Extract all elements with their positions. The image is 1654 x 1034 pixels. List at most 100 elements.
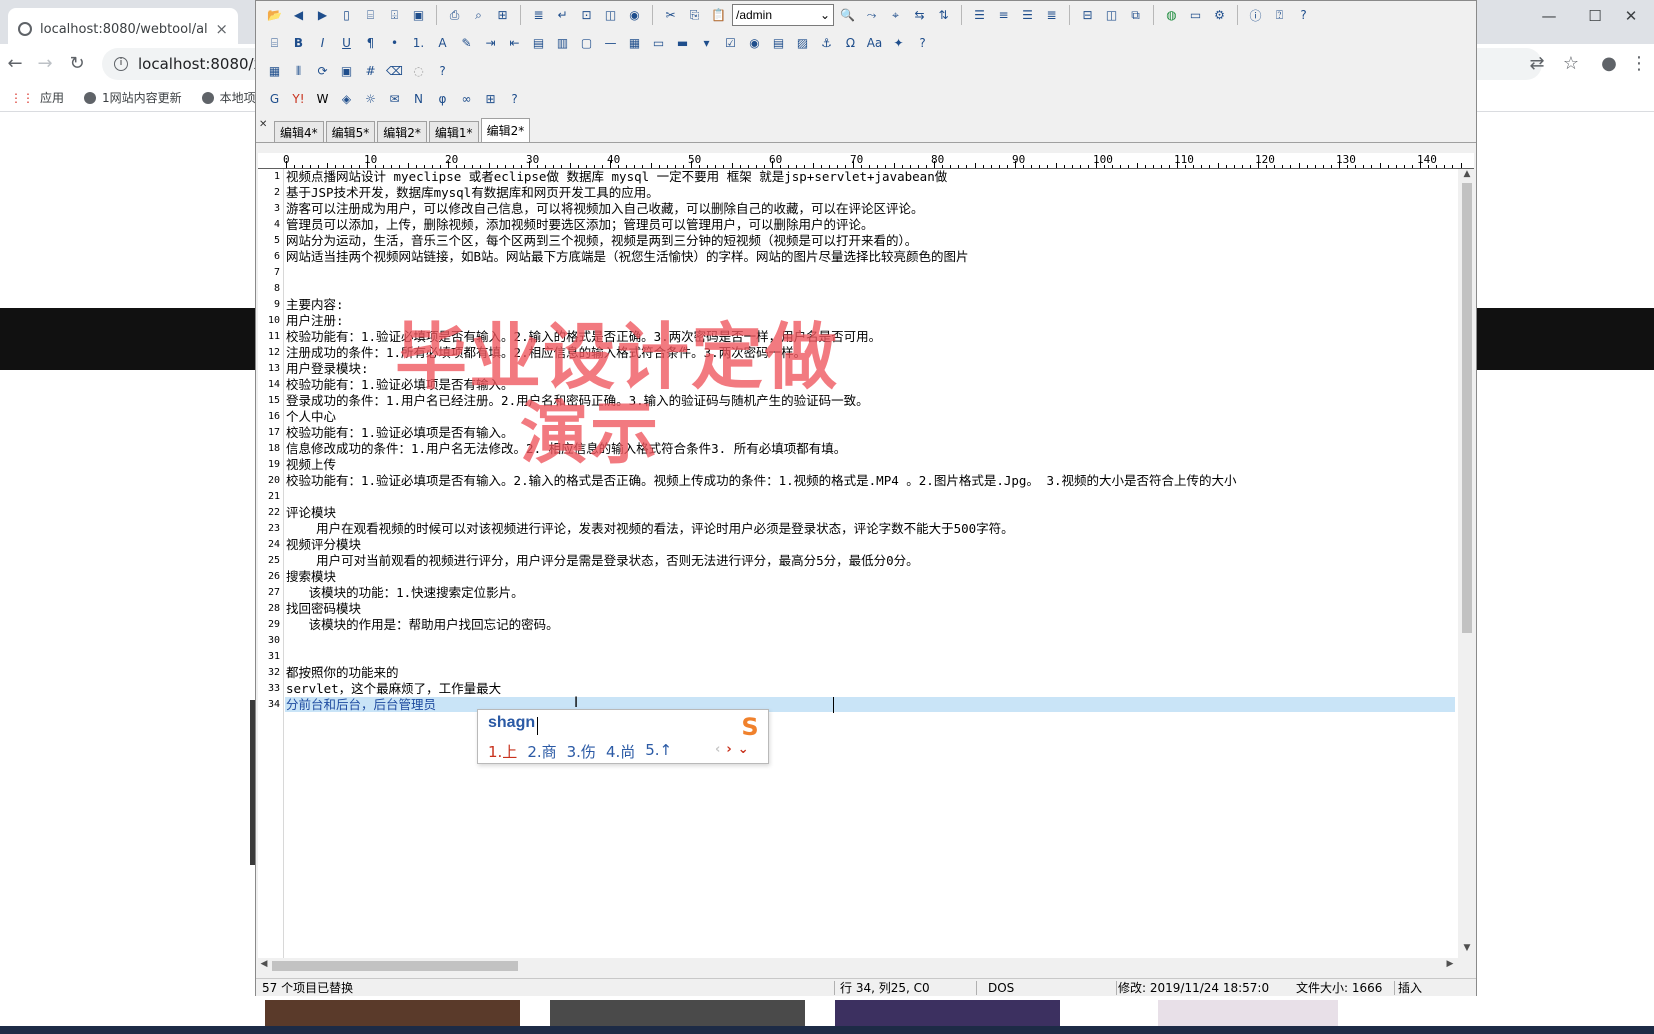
paste-icon[interactable]: 📋 — [708, 5, 729, 26]
italic-icon[interactable]: I — [312, 33, 333, 54]
yahoo-icon[interactable]: Y! — [288, 89, 309, 110]
anchor-icon[interactable]: ⚓ — [816, 33, 837, 54]
code-line[interactable]: 管理员可以添加，上传，删除视频，添加视频时要选区添加；管理员可以管理用户，可以删… — [286, 217, 1456, 233]
tools-icon[interactable]: ✦ — [888, 33, 909, 54]
forward-arrow-icon[interactable]: → — [32, 52, 58, 76]
video-thumbnail[interactable] — [550, 1000, 805, 1026]
code-line[interactable]: servlet，这个最麻烦了，工作量最大 — [286, 681, 1456, 697]
google-icon[interactable]: G — [264, 89, 285, 110]
font-color-icon[interactable]: ✎ — [456, 33, 477, 54]
screen-icon[interactable]: ▭ — [1185, 5, 1206, 26]
page-setup-icon[interactable]: ⊞ — [492, 5, 513, 26]
note-icon[interactable]: ✉ — [384, 89, 405, 110]
ime-candidate[interactable]: 2.商 — [527, 741, 556, 762]
doc-tab-active[interactable]: 编辑2* — [480, 118, 531, 142]
video-thumbnail[interactable] — [1158, 1000, 1338, 1026]
split-horizontal-icon[interactable]: ⊟ — [1077, 5, 1098, 26]
numbered-list-icon[interactable]: 1. — [408, 33, 429, 54]
find-next-icon[interactable]: ⤳ — [861, 5, 882, 26]
doc-tab[interactable]: 编辑1* — [428, 121, 479, 142]
windows-icon[interactable]: ⊞ — [480, 89, 501, 110]
back-icon[interactable]: ◀ — [288, 5, 309, 26]
menu-dots-icon[interactable]: ⋮ — [1626, 52, 1652, 76]
lightbulb-icon[interactable]: ☼ — [360, 89, 381, 110]
code-line[interactable]: 搜索模块 — [286, 569, 1456, 585]
reload-icon[interactable]: ↻ — [64, 52, 90, 76]
print-preview-icon[interactable]: ⌕ — [468, 5, 489, 26]
font-icon[interactable]: A — [432, 33, 453, 54]
checkbox-icon[interactable]: ☑ — [720, 33, 741, 54]
help-icon[interactable]: ? — [432, 61, 453, 82]
code-line[interactable]: 用户可对当前观看的视频进行评分，用户评分是需是登录状态，否则无法进行评分，最高分… — [286, 553, 1456, 569]
code-line[interactable]: 个人中心 — [286, 409, 1456, 425]
code-line[interactable] — [286, 633, 1456, 649]
outdent-icon[interactable]: ⇤ — [504, 33, 525, 54]
image-tool-icon[interactable]: ▣ — [336, 61, 357, 82]
ime-candidate-window[interactable]: shagn S 1.上 2.商 3.伤 4.尚 5.↑ ‹ › ⌄ — [477, 709, 769, 764]
ime-prev-page-icon[interactable]: ‹ — [715, 742, 720, 757]
back-arrow-icon[interactable]: ← — [2, 52, 28, 76]
code-line[interactable]: 找回密码模块 — [286, 601, 1456, 617]
select-icon[interactable]: ▾ — [696, 33, 717, 54]
info-icon[interactable]: i — [114, 57, 128, 71]
scroll-right-icon[interactable]: ▶ — [1444, 959, 1456, 969]
code-line[interactable]: 都按照你的功能来的 — [286, 665, 1456, 681]
code-line[interactable]: 基于JSP技术开发，数据库mysql有数据库和网页开发工具的应用。 — [286, 185, 1456, 201]
code-line[interactable] — [286, 265, 1456, 281]
doc-tab[interactable]: 编辑4* — [274, 121, 324, 142]
profile-icon[interactable]: ● — [1596, 52, 1622, 76]
path-dropdown[interactable]: /admin ⌄ — [732, 4, 834, 26]
underline-icon[interactable]: U — [336, 33, 357, 54]
word-wrap-icon[interactable]: ↵ — [552, 5, 573, 26]
macro-icon[interactable]: ⟳ — [312, 61, 333, 82]
code-line[interactable]: 校验功能有：1.验证必填项是否有输入。2.输入的格式是否正确。视频上传成功的条件… — [286, 473, 1456, 489]
forward-icon[interactable]: ▶ — [312, 5, 333, 26]
help-icon[interactable]: ? — [912, 33, 933, 54]
ftp-icon[interactable]: ⇅ — [933, 5, 954, 26]
radio-icon[interactable]: ◉ — [744, 33, 765, 54]
cascade-icon[interactable]: ⧉ — [1125, 5, 1146, 26]
browser-preview-icon[interactable]: ◉ — [624, 5, 645, 26]
scroll-left-icon[interactable]: ◀ — [258, 959, 270, 969]
counter-icon[interactable]: # — [360, 61, 381, 82]
code-line[interactable] — [286, 281, 1456, 297]
button-icon[interactable]: ▬ — [672, 33, 693, 54]
ime-candidate[interactable]: 4.尚 — [606, 741, 635, 762]
horizontal-scrollbar[interactable]: ◀ ▶ — [258, 958, 1458, 973]
translate-icon[interactable]: ⇄ — [1524, 52, 1550, 76]
bookmark-apps[interactable]: ⋮⋮ 应用 — [10, 89, 64, 106]
vertical-scroll-thumb[interactable] — [1462, 183, 1472, 633]
code-line[interactable]: 网站适当挂两个视频网站链接，如B站。网站最下方底端是（祝您生活愉快）的字样。网站… — [286, 249, 1456, 265]
align-left-icon[interactable]: ☰ — [969, 5, 990, 26]
open-recent-icon[interactable]: ⌹ — [384, 5, 405, 26]
save-icon[interactable]: ▣ — [408, 5, 429, 26]
paragraph-icon[interactable]: ¶ — [360, 33, 381, 54]
code-line[interactable]: 分前台和后台，后台管理员 — [286, 697, 1456, 713]
new-file-icon[interactable]: ▯ — [336, 5, 357, 26]
textarea-icon[interactable]: ▤ — [768, 33, 789, 54]
scroll-up-icon[interactable]: ▲ — [1458, 169, 1476, 179]
html-template-icon[interactable]: ⌸ — [264, 33, 285, 54]
code-line[interactable]: 视频评分模块 — [286, 537, 1456, 553]
code-line[interactable]: 视频点播网站设计 myeclipse 或者eclipse做 数据库 mysql … — [286, 169, 1456, 185]
code-line[interactable]: 该模块的功能：1.快速搜索定位影片。 — [286, 585, 1456, 601]
align-center-icon[interactable]: ≡ — [993, 5, 1014, 26]
code-line[interactable]: 校验功能有：1.验证必填项是否有输入。 — [286, 425, 1456, 441]
help-context-icon[interactable]: ⍰ — [1269, 5, 1290, 26]
form-icon[interactable]: ▢ — [576, 33, 597, 54]
star-icon[interactable]: ☆ — [1558, 52, 1584, 76]
scroll-down-icon[interactable]: ▼ — [1458, 943, 1476, 953]
disabled-tool-icon[interactable]: ◌ — [408, 61, 429, 82]
code-line[interactable]: 网站分为运动，生活，音乐三个区，每个区两到三个视频，视频是两到三分钟的短视频（视… — [286, 233, 1456, 249]
help-icon[interactable]: ? — [504, 89, 525, 110]
hex-icon[interactable]: ⊡ — [576, 5, 597, 26]
color-picker-icon[interactable]: ◈ — [336, 89, 357, 110]
bookmark-item[interactable]: 1网站内容更新 — [84, 89, 182, 106]
cut-icon[interactable]: ✂ — [660, 5, 681, 26]
minimize-button[interactable]: — — [1526, 4, 1572, 28]
code-line[interactable] — [286, 489, 1456, 505]
print-icon[interactable]: ⎙ — [444, 5, 465, 26]
editor-text-area[interactable]: 1 2 3 4 5 6 7 8 9 10 11 12 13 14 15 16 17 18 19 20 21 22 23 24 2… — [258, 169, 1458, 958]
image-icon[interactable]: ▨ — [792, 33, 813, 54]
list-item-icon[interactable]: ▥ — [552, 33, 573, 54]
